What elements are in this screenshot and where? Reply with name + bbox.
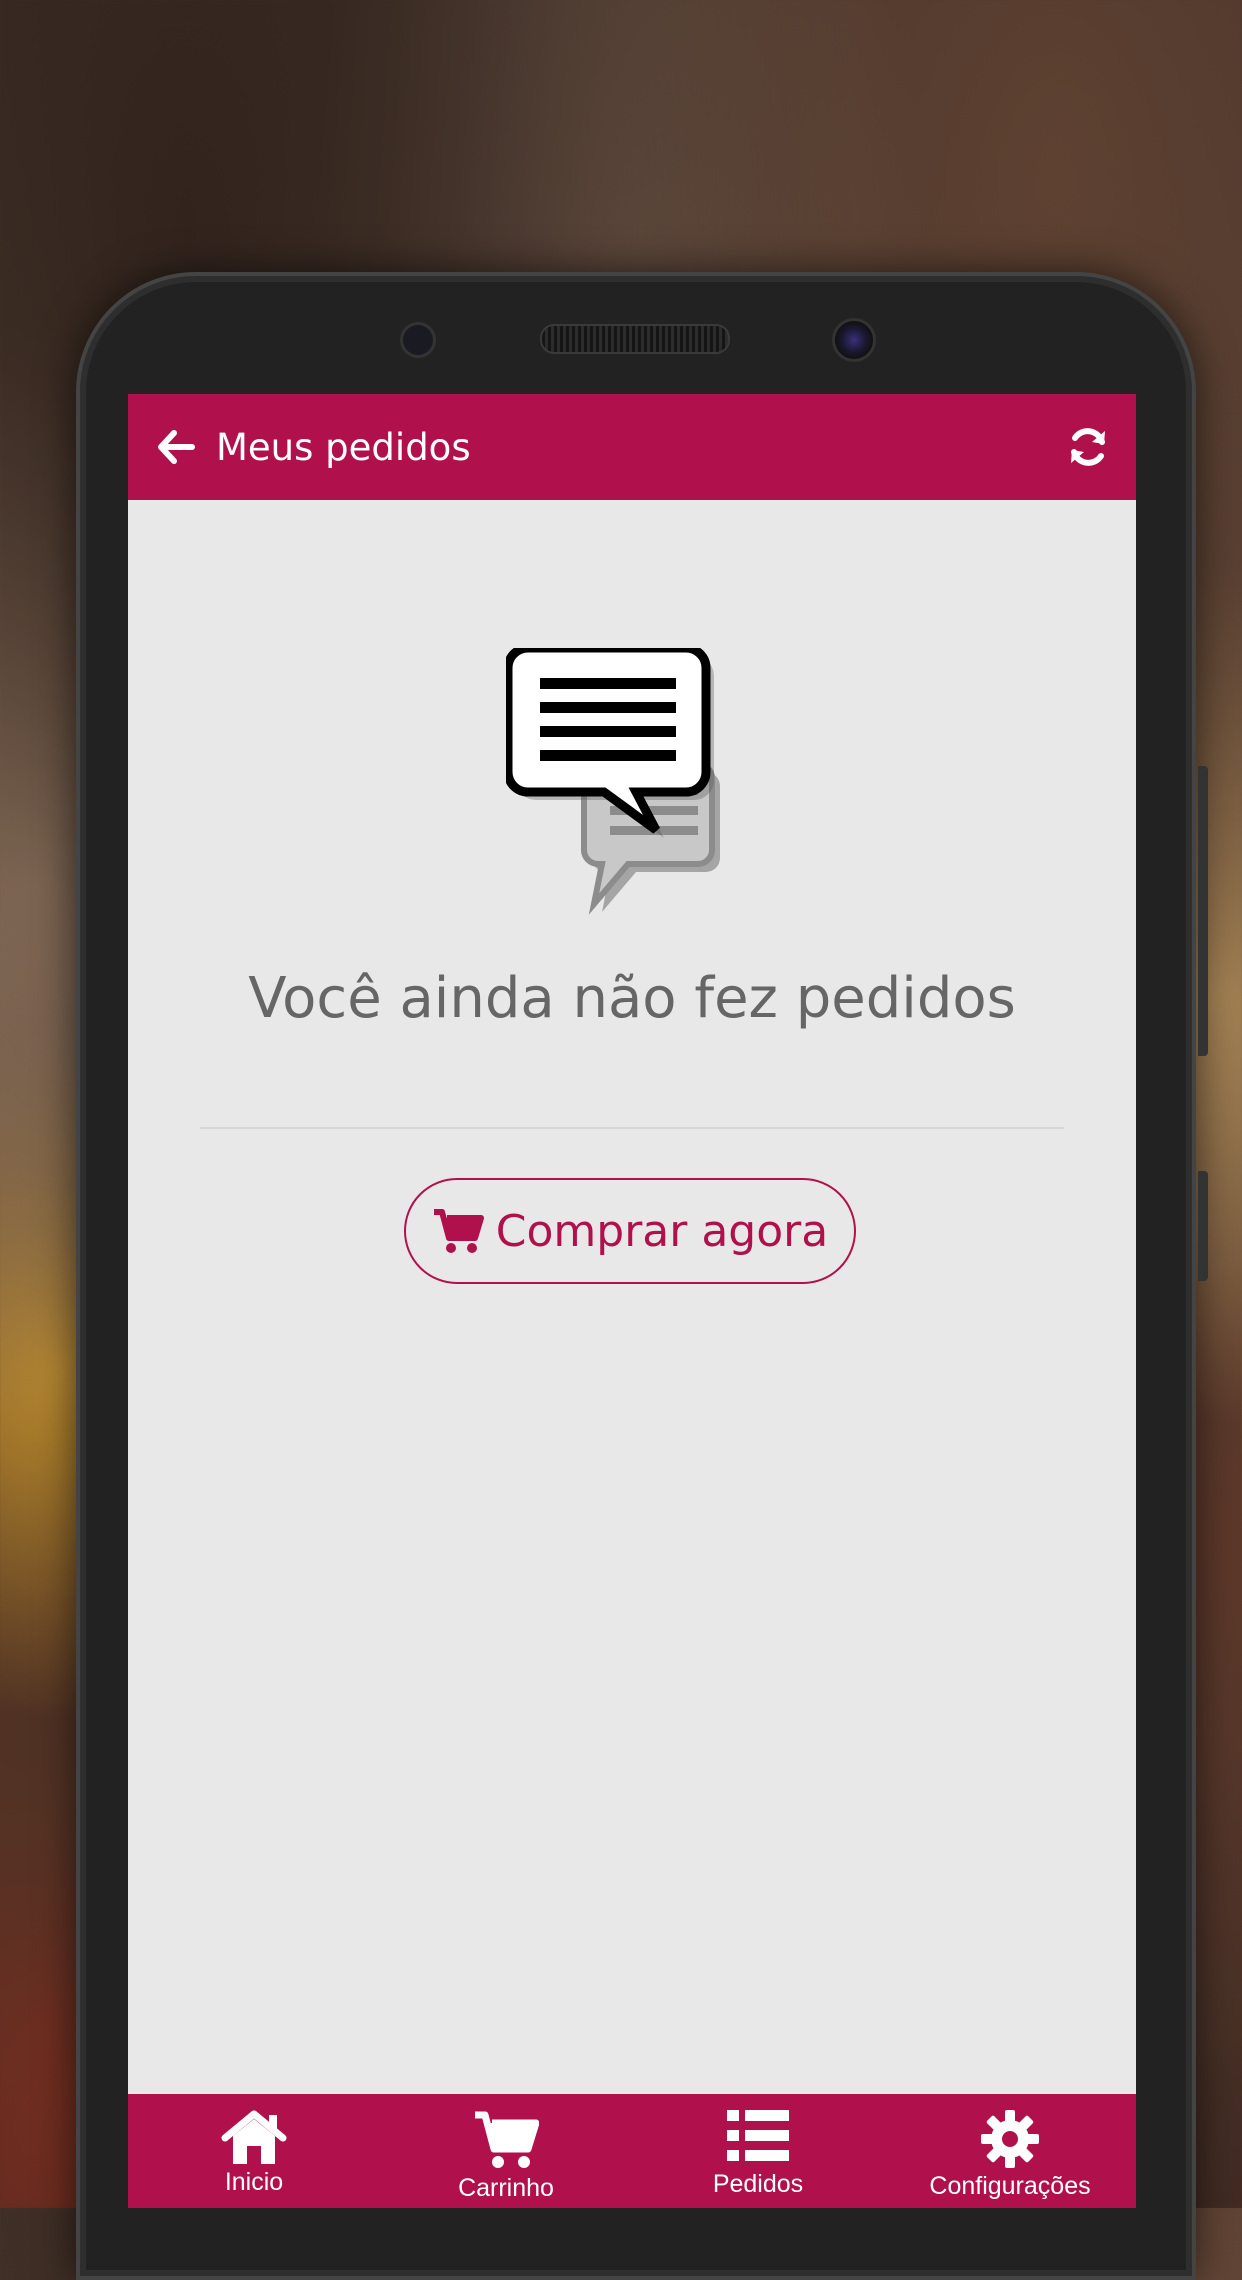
empty-state-message: Você ainda não fez pedidos	[248, 966, 1016, 1031]
arrow-left-icon	[158, 430, 195, 464]
nav-item-carrinho[interactable]: Carrinho	[380, 2094, 632, 2208]
cart-icon	[475, 2111, 539, 2168]
chat-bubbles-icon	[503, 643, 776, 918]
front-camera	[400, 322, 436, 358]
nav-item-configuracoes[interactable]: Configurações	[884, 2094, 1136, 2208]
camera-sensor	[832, 318, 876, 362]
refresh-icon	[1071, 428, 1105, 466]
nav-item-pedidos[interactable]: Pedidos	[632, 2090, 884, 2208]
phone-side-button	[1198, 1171, 1208, 1281]
nav-item-inicio[interactable]: Inicio	[128, 2094, 380, 2208]
earpiece-speaker	[540, 324, 730, 354]
nav-label-inicio: Inicio	[224, 2168, 284, 2196]
buy-now-label: Comprar agora	[495, 1205, 829, 1257]
buy-now-button[interactable]: Comprar agora	[404, 1178, 856, 1284]
refresh-button[interactable]	[1048, 394, 1128, 500]
divider	[200, 1127, 1064, 1129]
home-icon	[221, 2110, 287, 2164]
gear-icon	[981, 2110, 1039, 2168]
nav-label-carrinho: Carrinho	[458, 2174, 554, 2202]
phone-side-button	[1198, 766, 1208, 1056]
page-title: Meus pedidos	[216, 425, 471, 469]
app-screen: Meus pedidos Você ainda não fez pedidos …	[128, 394, 1136, 2208]
back-button[interactable]	[136, 394, 216, 500]
nav-label-pedidos: Pedidos	[712, 2170, 804, 2198]
cart-icon	[432, 1208, 484, 1254]
app-bar: Meus pedidos	[128, 394, 1136, 500]
bottom-navigation: Inicio Carrinho Pedidos Configurações	[128, 2090, 1136, 2208]
list-icon	[727, 2110, 789, 2161]
nav-label-configuracoes: Configurações	[929, 2172, 1091, 2200]
